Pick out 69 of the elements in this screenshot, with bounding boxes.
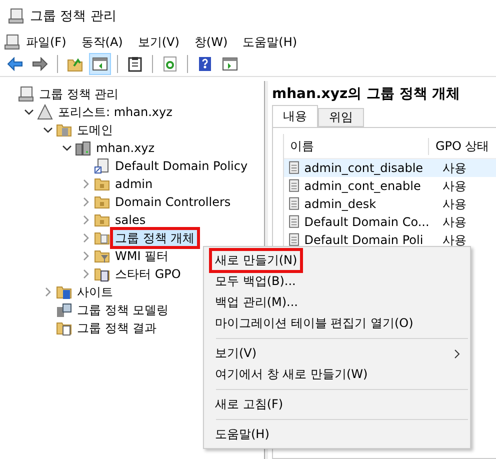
menu-option[interactable]: 보기(V) — [212, 344, 260, 363]
tree-item[interactable]: 사이트 — [75, 284, 115, 300]
menu-option[interactable]: 도움말(H) — [212, 425, 272, 444]
computer-icon — [56, 302, 72, 318]
help-book-icon — [198, 56, 212, 72]
folder-icon — [94, 194, 110, 210]
tree-item[interactable]: mhan.xyz — [94, 140, 157, 156]
column-header[interactable]: 이름 — [284, 138, 430, 154]
policy-name[interactable]: admin_desk — [300, 197, 438, 211]
tab[interactable]: 내용 — [272, 105, 318, 127]
policy-icon — [286, 160, 300, 176]
policy-name[interactable]: Default Domain Poli — [300, 233, 438, 247]
menu-item[interactable]: 도움말(H) — [236, 34, 306, 50]
status-cell-text: 사용 — [441, 178, 468, 194]
clipboard-icon — [128, 56, 142, 72]
policy-folder-icon — [94, 230, 110, 246]
status-cell-text: 사용 — [441, 232, 468, 248]
menu-item[interactable]: 창(W) — [188, 34, 237, 50]
tree-item[interactable]: sales — [113, 212, 148, 228]
sites-folder-icon — [56, 284, 72, 300]
policy-link-icon — [94, 158, 110, 174]
domain-folder-icon — [56, 122, 72, 138]
report-folder-icon — [56, 320, 72, 336]
policy-name[interactable]: Default Domain Co... — [300, 215, 438, 229]
menu-item[interactable]: 보기(V) — [132, 34, 188, 50]
policy-icon — [286, 178, 300, 194]
refresh-icon — [163, 56, 177, 72]
tree-item[interactable]: 그룹 정책 관리 — [37, 86, 121, 102]
tree-item[interactable]: 그룹 정책 개체 — [113, 230, 197, 246]
policy-icon — [286, 214, 300, 230]
action-pane-icon — [222, 57, 238, 71]
folder-icon — [94, 212, 110, 228]
tree-item[interactable]: 그룹 정책 모델링 — [75, 302, 171, 318]
folder-up-icon — [67, 56, 83, 72]
status-cell-text: 사용 — [441, 214, 468, 230]
menu-option[interactable]: 여기에서 창 새로 만들기(W) — [212, 365, 371, 384]
back-arrow-icon — [7, 57, 23, 71]
policy-name[interactable]: admin_cont_enable — [300, 179, 438, 193]
tree-item[interactable]: 포리스트: mhan.xyz — [56, 104, 174, 120]
policy-icon — [286, 196, 300, 212]
tree-item[interactable]: 그룹 정책 결과 — [75, 320, 159, 336]
menu-option[interactable]: 백업 관리(M)... — [212, 293, 301, 312]
server-icon — [75, 140, 91, 156]
status-cell-text: 사용 — [441, 160, 468, 176]
menu-item[interactable]: 파일(F) — [20, 34, 76, 50]
tree-item[interactable]: WMI 필터 — [113, 248, 171, 264]
menu-option[interactable]: 모두 백업(B)... — [212, 272, 299, 291]
triangle-tree-icon — [37, 104, 53, 120]
menu-option[interactable]: 마이그레이션 테이블 편집기 열기(O) — [212, 314, 416, 333]
tree-item[interactable]: admin — [113, 176, 155, 192]
folder-icon — [94, 176, 110, 192]
document-folder-icon — [94, 266, 110, 282]
tree-item[interactable]: Domain Controllers — [113, 194, 233, 210]
filter-folder-icon — [94, 248, 110, 264]
status-cell-text: 사용 — [441, 196, 468, 212]
policy-name[interactable]: admin_cont_disable — [300, 161, 438, 175]
pane-title: mhan.xyz의 그룹 정책 개체 — [272, 85, 462, 104]
tree-item[interactable]: 도메인 — [75, 122, 115, 138]
menu-option[interactable]: 새로 고침(F) — [212, 395, 286, 414]
forward-arrow-icon — [32, 57, 48, 71]
tab[interactable]: 위임 — [318, 108, 364, 127]
tree-item[interactable]: 스타터 GPO — [113, 266, 183, 282]
toolbar-button[interactable] — [89, 53, 111, 75]
menu-item[interactable]: 동작(A) — [75, 34, 132, 50]
menu-option[interactable]: 새로 만들기(N) — [212, 251, 300, 270]
window-title: 그룹 정책 관리 — [30, 8, 116, 25]
console-tree-icon — [92, 57, 108, 71]
column-header[interactable]: GPO 상태 — [429, 138, 496, 154]
tree-item[interactable]: Default Domain Policy — [113, 158, 250, 174]
